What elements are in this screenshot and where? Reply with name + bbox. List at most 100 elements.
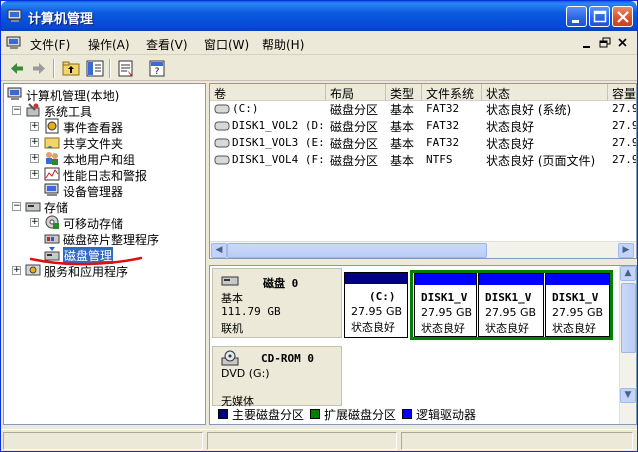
window-title: 计算机管理	[28, 12, 94, 27]
disk0-info[interactable]: 磁盘 0 基本 111.79 GB 联机	[212, 268, 342, 338]
expand-toggle[interactable]: +	[30, 138, 39, 147]
help-icon[interactable]: ?	[147, 59, 167, 78]
tree-label: 性能日志和警报	[63, 169, 148, 183]
defrag-icon	[44, 234, 60, 244]
menu-view[interactable]: 查看(V)	[146, 36, 188, 53]
cdrom-icon	[221, 350, 239, 366]
menu-file[interactable]: 文件(F)	[30, 36, 70, 53]
expand-toggle[interactable]: +	[30, 218, 39, 227]
app-menu-icon[interactable]	[6, 35, 22, 51]
partition-e[interactable]: DISK1_V 27.95 GB 状态良好	[478, 273, 544, 337]
minimize-icon	[572, 20, 579, 23]
menu-window[interactable]: 窗口(W)	[204, 36, 249, 53]
partition-label: DISK1_V	[485, 291, 532, 304]
partition-status: 状态良好	[351, 321, 395, 334]
tools-icon	[26, 103, 40, 117]
maximize-button[interactable]	[589, 6, 610, 27]
red-annotation-mark	[29, 256, 143, 266]
cell-volume: DISK1_VOL3 (E:)	[232, 136, 326, 149]
cell-filesystem: NTFS	[426, 153, 453, 166]
title-bar[interactable]: 计算机管理	[1, 1, 637, 31]
restore-icon	[599, 37, 611, 48]
legend-label-extended: 扩展磁盘分区	[324, 408, 397, 422]
cell-layout: 磁盘分区	[330, 154, 379, 168]
expand-toggle[interactable]: +	[30, 154, 39, 163]
scroll-right-button[interactable]: ▶	[618, 243, 634, 258]
collapse-toggle[interactable]: −	[12, 106, 21, 115]
partition-d[interactable]: DISK1_V 27.95 GB 状态良好	[414, 273, 477, 337]
tree-label: 可移动存储	[63, 217, 124, 231]
partition-f[interactable]: DISK1_V 27.95 GB 状态良好	[545, 273, 610, 337]
vertical-scrollbar[interactable]: ▲ ▼	[619, 266, 636, 424]
cell-status: 状态良好	[486, 120, 535, 134]
scroll-thumb[interactable]	[227, 243, 487, 258]
partition-size: 27.95 GB	[485, 306, 537, 319]
menu-bar: 文件(F) 操作(A) 查看(V) 窗口(W) 帮助(H)	[1, 31, 637, 55]
hard-disk-icon	[221, 276, 239, 286]
partition-size: 27.95 GB	[351, 305, 403, 318]
close-button[interactable]	[612, 6, 633, 27]
minimize-button[interactable]	[566, 6, 587, 27]
table-row[interactable]: DISK1_VOL3 (E:) 磁盘分区 基本 FAT32 状态良好 27.9	[210, 135, 637, 152]
cdrom0-info[interactable]: CD-ROM 0 DVD (G:) 无媒体	[212, 346, 342, 408]
cell-layout: 磁盘分区	[330, 137, 379, 151]
menu-help[interactable]: 帮助(H)	[262, 36, 304, 53]
table-row[interactable]: DISK1_VOL4 (F:) 磁盘分区 基本 NTFS 状态良好 (页面文件)…	[210, 152, 637, 169]
primary-partition-bar	[345, 273, 407, 284]
removable-storage-icon	[45, 215, 59, 229]
disk-graphical-view: 磁盘 0 基本 111.79 GB 联机 (C:) 27.95 GB 状态良好 …	[209, 265, 637, 425]
partition-c[interactable]: (C:) 27.95 GB 状态良好	[344, 272, 408, 338]
mdi-minimize-button[interactable]	[579, 36, 595, 50]
performance-icon	[44, 167, 60, 181]
scroll-up-button[interactable]: ▲	[620, 266, 636, 281]
up-folder-icon[interactable]	[61, 59, 81, 78]
partition-label: DISK1_V	[421, 291, 468, 304]
computer-icon	[7, 87, 22, 100]
forward-icon[interactable]	[29, 59, 49, 78]
cell-type: 基本	[390, 154, 415, 168]
scroll-thumb[interactable]	[621, 283, 636, 353]
mdi-restore-button[interactable]	[597, 36, 613, 50]
properties-icon[interactable]	[116, 59, 136, 78]
column-header-filesystem[interactable]: 文件系统	[422, 84, 482, 101]
cell-capacity: 27.9	[612, 119, 637, 132]
column-header-volume[interactable]: 卷	[210, 84, 326, 101]
menu-action[interactable]: 操作(A)	[88, 36, 130, 53]
expand-toggle[interactable]: +	[30, 122, 39, 131]
column-header-type[interactable]: 类型	[386, 84, 422, 101]
cell-filesystem: FAT32	[426, 119, 460, 132]
event-viewer-icon	[45, 118, 59, 134]
cell-capacity: 27.9	[612, 153, 637, 166]
close-icon	[617, 11, 629, 23]
mdi-close-button[interactable]	[615, 36, 631, 50]
legend-label-logical: 逻辑驱动器	[416, 408, 477, 422]
cell-capacity: 27.9	[612, 136, 637, 149]
partition-status: 状态良好	[485, 322, 529, 335]
cell-status: 状态良好 (页面文件)	[486, 154, 596, 168]
scroll-left-button[interactable]: ◀	[211, 243, 227, 258]
device-manager-icon	[44, 183, 59, 196]
logical-drive-bar	[415, 274, 476, 285]
collapse-toggle[interactable]: −	[12, 202, 21, 211]
show-tree-icon[interactable]	[85, 59, 105, 78]
column-header-capacity[interactable]: 容量	[608, 84, 636, 101]
computer-management-icon	[7, 9, 22, 22]
toolbar: ?	[1, 56, 637, 81]
cell-capacity: 27.9	[612, 102, 637, 115]
cell-volume: DISK1_VOL4 (F:)	[232, 153, 326, 166]
table-row[interactable]: DISK1_VOL2 (D:) 磁盘分区 基本 FAT32 状态良好 27.9	[210, 118, 637, 135]
volume-icon	[214, 155, 230, 165]
cell-filesystem: FAT32	[426, 136, 460, 149]
column-header-status[interactable]: 状态	[482, 84, 608, 101]
horizontal-scrollbar[interactable]: ◀ ▶	[210, 241, 636, 258]
expand-toggle[interactable]: +	[30, 170, 39, 179]
legend-label-primary: 主要磁盘分区	[232, 408, 305, 422]
scroll-down-button[interactable]: ▼	[620, 388, 636, 403]
table-row[interactable]: (C:) 磁盘分区 基本 FAT32 状态良好 (系统) 27.9	[210, 101, 637, 118]
back-icon[interactable]	[7, 59, 27, 78]
column-header-layout[interactable]: 布局	[326, 84, 386, 101]
cell-filesystem: FAT32	[426, 102, 460, 115]
legend-swatch-primary	[218, 409, 228, 419]
volume-icon	[214, 121, 230, 131]
volume-list: 卷 布局 类型 文件系统 状态 容量 (C:) 磁盘分区 基本 FAT32 状态…	[209, 83, 637, 259]
